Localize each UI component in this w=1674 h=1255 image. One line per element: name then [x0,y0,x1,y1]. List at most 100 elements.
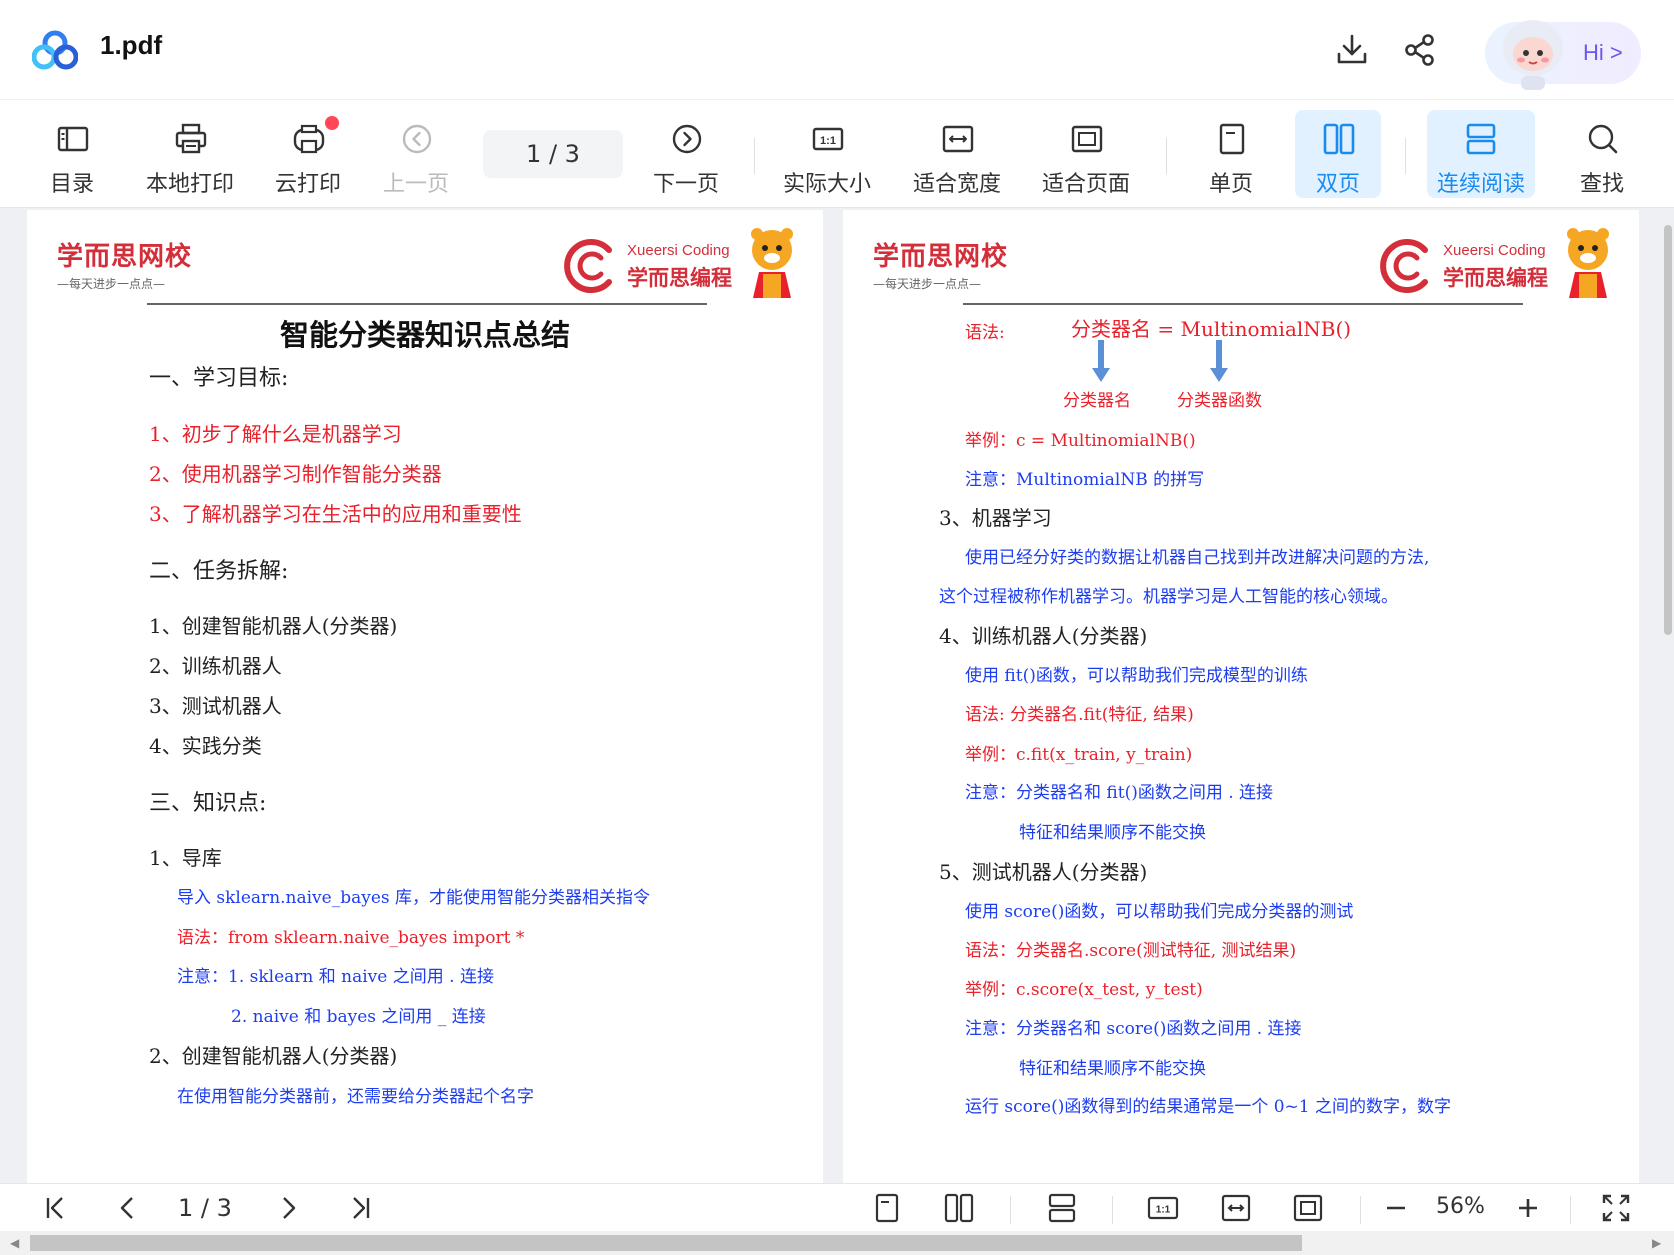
scroll-left-arrow-icon[interactable]: ◀ [10,1236,19,1250]
header-divider [147,303,707,305]
knowledge-text: 使用已经分好类的数据让机器自己找到并改进解决问题的方法, [965,548,1430,568]
first-page-icon[interactable] [40,1192,72,1224]
actual-size-icon[interactable]: 1:1 [1147,1192,1179,1224]
learning-goal: 1、初步了解什么是机器学习 [149,422,402,446]
single-page-icon [1219,123,1245,155]
coding-logo-icon [564,239,612,293]
document-title: 智能分类器知识点总结 [279,318,570,352]
pdf-page-2: 学而思网校 —每天进步一点点— Xueersi Coding 学而思编程 语法:… [843,210,1639,1183]
prev-page-button[interactable]: 上一页 [370,110,462,198]
brand-logo-right: Xueersi Coding 学而思编程 [563,228,799,306]
last-page-icon[interactable] [344,1192,376,1224]
fit-width-icon[interactable] [1220,1192,1252,1224]
vertical-scrollbar-thumb[interactable] [1664,225,1672,635]
bottom-divider [1112,1196,1113,1224]
search-button[interactable]: 查找 [1556,110,1648,198]
knowledge-text: 使用 score()函数，可以帮助我们完成分类器的测试 [965,902,1354,922]
knowledge-text: 运行 score()函数得到的结果通常是一个 0~1 之间的数字，数字 [965,1097,1452,1117]
knowledge-heading: 5、测试机器人(分类器) [939,860,1148,884]
example-text: 举例：c = MultinomialNB() [965,431,1196,451]
actual-size-icon: 1:1 [812,127,844,151]
fit-width-button[interactable]: 适合宽度 [911,110,1003,198]
knowledge-heading: 4、训练机器人(分类器) [939,624,1148,648]
double-page-icon [1323,123,1355,155]
prev-page-icon[interactable] [112,1192,144,1224]
toolbar-divider [754,138,755,174]
arrow-down-icon [1210,340,1228,382]
zoom-in-icon[interactable] [1512,1192,1544,1224]
cloud-print-label: 云打印 [274,172,341,197]
ai-mascot-icon [1503,20,1563,90]
brand-slogan: —每天进步一点点— [873,277,982,291]
single-page-icon[interactable] [871,1192,903,1224]
pdf-page-1: 学而思网校 —每天进步一点点— Xueersi Coding 学而思编程 智能分… [27,210,823,1183]
bottom-page-indicator: 1 / 3 [178,1194,232,1222]
continuous-read-icon [1466,123,1496,155]
continuous-read-label: 连续阅读 [1436,172,1525,197]
tiger-mascot-icon [751,228,793,298]
zoom-out-icon[interactable] [1380,1192,1412,1224]
search-label: 查找 [1579,172,1624,197]
brand-coding-cn: 学而思编程 [627,266,732,290]
knowledge-text: 导入 sklearn.naive_bayes 库，才能使用智能分类器相关指令 [177,888,651,908]
horizontal-scrollbar[interactable]: ◀ ▶ [0,1231,1674,1255]
single-page-button[interactable]: 单页 [1185,110,1277,198]
knowledge-heading: 2、创建智能机器人(分类器) [149,1044,398,1068]
brand-coding-en: Xueersi Coding [627,242,730,259]
continuous-read-icon[interactable] [1046,1192,1078,1224]
tiger-mascot-icon [1567,228,1609,298]
double-page-icon[interactable] [943,1192,975,1224]
actual-size-label: 实际大小 [782,172,871,197]
printer-icon [175,123,207,154]
bottom-divider [1010,1196,1011,1224]
fit-width-label: 适合宽度 [912,172,1001,197]
note-text: 特征和结果顺序不能交换 [1019,1059,1206,1079]
scroll-right-arrow-icon[interactable]: ▶ [1652,1236,1661,1250]
toc-label: 目录 [49,172,94,197]
double-page-label: 双页 [1315,172,1360,197]
ai-assistant-button[interactable]: Hi > [1485,20,1641,90]
toc-icon [57,126,89,152]
note-text: 注意：分类器名和 fit()函数之间用 . 连接 [965,783,1274,803]
horizontal-scrollbar-thumb[interactable] [30,1235,1302,1251]
syntax-label: 语法: [965,323,1005,343]
knowledge-text: 使用 fit()函数，可以帮助我们完成模型的训练 [965,666,1308,686]
section-heading: 三、知识点: [149,791,267,816]
document-viewer[interactable]: 学而思网校 —每天进步一点点— Xueersi Coding 学而思编程 智能分… [0,208,1674,1183]
fit-page-button[interactable]: 适合页面 [1040,110,1132,198]
toc-button[interactable]: 目录 [26,110,118,198]
cloud-print-button[interactable]: 云打印 [262,110,354,198]
ai-greeting-label: Hi > [1583,40,1623,65]
brand-slogan: —每天进步一点点— [57,277,166,291]
arrow-caption: 分类器函数 [1177,391,1262,411]
chevron-right-circle-icon [672,124,702,154]
knowledge-text: 在使用智能分类器前，还需要给分类器起个名字 [177,1087,534,1107]
task-item: 3、测试机器人 [149,694,282,718]
app-header: 1.pdf Hi > [0,0,1674,100]
next-page-icon[interactable] [272,1192,304,1224]
brand-coding-cn: 学而思编程 [1443,266,1548,290]
single-page-label: 单页 [1208,172,1253,197]
brand-coding-en: Xueersi Coding [1443,242,1546,259]
continuous-read-button[interactable]: 连续阅读 [1427,110,1535,198]
brand-logo-left: 学而思网校 —每天进步一点点— [57,236,192,292]
svg-text:1:1: 1:1 [820,135,836,147]
task-item: 4、实践分类 [149,734,262,758]
file-title: 1.pdf [100,30,163,60]
local-print-button[interactable]: 本地打印 [144,110,236,198]
chevron-left-circle-icon [402,124,432,154]
task-item: 2、训练机器人 [149,654,282,678]
next-page-button[interactable]: 下一页 [640,110,732,198]
zoom-level: 56% [1436,1194,1485,1219]
double-page-button[interactable]: 双页 [1295,110,1381,198]
share-icon[interactable] [1402,32,1438,68]
fullscreen-icon[interactable] [1600,1192,1632,1224]
app-logo-icon [32,30,78,70]
bottom-navigation-bar: 1 / 3 1:1 56% [0,1183,1674,1231]
page-number-input[interactable]: 1 / 3 [483,130,623,178]
actual-size-button[interactable]: 1:1 实际大小 [781,110,873,198]
toolbar-divider [1405,138,1406,174]
fit-page-icon[interactable] [1292,1192,1324,1224]
brand-logo-right: Xueersi Coding 学而思编程 [1379,228,1615,306]
download-icon[interactable] [1334,32,1370,68]
